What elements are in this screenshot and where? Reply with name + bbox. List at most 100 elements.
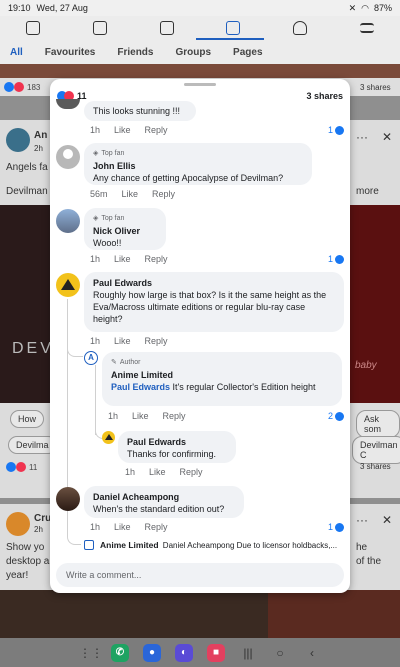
avatar [56,487,80,511]
comment-author[interactable]: John Ellis [93,160,303,172]
reply-button[interactable]: Reply [145,522,168,532]
comment-bubble: ✎ Author Anime Limited Paul Edwards It's … [102,352,342,406]
battery-level: 87% [373,3,392,13]
wifi-icon: ◠ [361,2,369,13]
reply-button[interactable]: Reply [145,336,168,346]
chip-how[interactable]: How [10,410,45,428]
avatar: A [84,351,98,365]
like-button[interactable]: Like [114,522,131,532]
avatar [6,512,30,536]
close-icon[interactable]: ✕ [382,130,392,144]
like-button[interactable]: Like [114,125,131,135]
status-bar: 19:10 Wed, 27 Aug ✕ ◠ 87% [0,0,400,16]
more-options-icon[interactable]: ··· [356,513,368,527]
comment-like-count[interactable]: 1 [328,254,345,264]
feed-image-strip [0,64,400,78]
reply-button[interactable]: Reply [145,254,168,264]
marketplace-icon[interactable] [159,21,174,35]
reply-preview[interactable]: Anime Limited Daniel Acheampong Due to l… [100,540,346,550]
home-button-icon[interactable]: ○ [271,646,289,660]
avatar [56,209,80,233]
like-button[interactable]: Like [114,254,131,264]
tab-favourites[interactable]: Favourites [45,47,96,58]
like-button[interactable]: Like [114,336,131,346]
comment-bubble: This looks stunning !!! [84,101,196,121]
phone-app-icon[interactable]: ✆ [111,643,129,662]
comment-author[interactable]: Daniel Acheampong [93,491,235,503]
comment-actions: 1h Like Reply [108,411,186,421]
comment-actions: 1h Like Reply [90,336,168,346]
feed-filter-tabs: All Favourites Friends Groups Pages [0,40,400,64]
post-author: Cru [34,513,52,524]
drag-handle[interactable] [184,83,216,86]
comment-bubble: Daniel Acheampong When's the standard ed… [84,486,244,518]
comment-bubble: Paul Edwards Roughly how large is that b… [84,272,344,332]
mention-link[interactable]: Paul Edwards [111,382,170,392]
feeds-icon[interactable] [226,21,241,35]
home-icon[interactable] [26,21,41,35]
avatar [6,128,30,152]
comments-sheet: 1 1 3 shares This looks stunning !!! 1h L… [50,79,350,593]
avatar [56,99,80,109]
top-fan-icon: ◈ [93,215,99,222]
pencil-icon: ✎ [111,359,117,366]
reply-button[interactable]: Reply [145,125,168,135]
recents-icon[interactable]: ||| [239,646,257,660]
back-icon[interactable]: ‹ [303,646,321,660]
messages-app-icon[interactable]: ● [143,643,161,662]
chip-ask[interactable]: Ask som [356,410,400,438]
top-navigation [0,16,400,40]
top-fan-icon: ◈ [93,150,99,157]
apps-grid-icon[interactable]: ⋮⋮ [79,646,103,660]
like-button[interactable]: Like [149,467,166,477]
like-button[interactable]: Like [122,189,139,199]
top-post-reactions: 183 [4,82,40,92]
like-reaction-icon [335,254,345,264]
comment-like-count[interactable]: 1 [328,125,345,135]
share-count[interactable]: 3 shares [306,91,343,101]
tab-friends[interactable]: Friends [117,47,153,58]
camera-app-icon[interactable]: ■ [207,643,225,662]
status-time: 19:10 [8,3,31,13]
comment-actions: 1h Like Reply [125,467,203,477]
chip-devilman-right[interactable]: Devilman C [352,436,400,464]
avatar [56,145,80,169]
comment-author[interactable]: Anime Limited [111,369,333,381]
status-date: Wed, 27 Aug [36,3,88,13]
reply-button[interactable]: Reply [180,467,203,477]
close-icon[interactable]: ✕ [382,513,392,527]
comment-author[interactable]: Paul Edwards [93,277,335,289]
comment-bubble: ◈ Top fan John Ellis Any chance of gettin… [84,143,312,185]
menu-icon[interactable] [359,23,374,33]
comment-author[interactable]: Nick Oliver [93,225,157,237]
top-post-shares: 3 shares [360,83,391,92]
reply-button[interactable]: Reply [163,411,186,421]
comment-author[interactable]: Paul Edwards [127,436,227,448]
comment-actions: 1h Like Reply [90,522,168,532]
video-icon[interactable] [92,21,107,35]
comment-like-count[interactable]: 2 [328,411,345,421]
post-author: An [34,130,48,141]
comment-bubble: Paul Edwards Thanks for confirming. [118,431,236,463]
like-reaction-icon [335,522,345,532]
comment-actions: 56m Like Reply [90,189,176,199]
comment-actions: 1h Like Reply [90,125,168,135]
like-reaction-icon [335,411,345,421]
tab-all[interactable]: All [10,47,23,58]
avatar [84,540,94,550]
system-navigation-bar: ⋮⋮ ✆ ● ◐ ■ ||| ○ ‹ [0,638,400,667]
bell-icon[interactable] [292,21,307,35]
avatar [56,273,80,297]
avatar [102,431,115,444]
browser-app-icon[interactable]: ◐ [175,643,193,662]
comment-like-count[interactable]: 1 [328,522,345,532]
more-options-icon[interactable]: ··· [356,130,368,144]
tab-groups[interactable]: Groups [175,47,211,58]
like-reaction-icon [335,125,345,135]
comment-bubble: ◈ Top fan Nick Oliver Wooo!! [84,208,166,250]
tab-pages[interactable]: Pages [233,47,262,58]
comment-actions: 1h Like Reply [90,254,168,264]
comment-input[interactable]: Write a comment... [56,563,344,587]
reply-button[interactable]: Reply [152,189,175,199]
like-button[interactable]: Like [132,411,149,421]
